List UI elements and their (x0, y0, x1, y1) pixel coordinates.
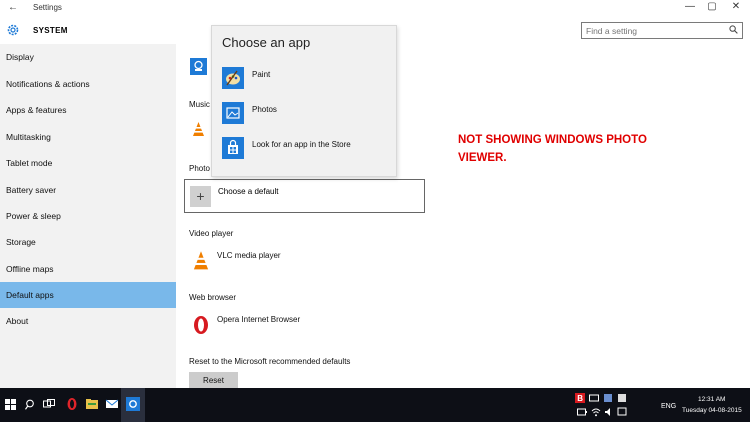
photo-viewer-label: Photo (189, 164, 210, 173)
video-player-label: Video player (189, 229, 234, 238)
search-input[interactable] (586, 24, 716, 37)
sidebar-item-about[interactable]: About (0, 308, 176, 334)
tray-app-icon[interactable]: B (575, 393, 585, 403)
photos-icon (222, 102, 244, 124)
reset-button[interactable]: Reset (189, 372, 238, 388)
notes-icon[interactable] (617, 393, 627, 403)
sidebar-item-apps-features[interactable]: Apps & features (0, 97, 176, 123)
flag-icon[interactable] (603, 393, 613, 403)
title-bar: ← Settings — ▢ ✕ (0, 0, 750, 17)
action-center-icon[interactable] (617, 407, 627, 417)
language-indicator[interactable]: ENG (661, 403, 676, 410)
sidebar-item-display[interactable]: Display (0, 44, 176, 70)
flyout-item-paint[interactable]: Paint (222, 67, 392, 89)
wifi-icon[interactable] (591, 407, 601, 417)
settings-taskbar-active[interactable] (121, 388, 145, 422)
flyout-item-photos[interactable]: Photos (222, 102, 392, 124)
video-app-name[interactable]: VLC media player (217, 251, 281, 260)
settings-gear-icon (126, 397, 140, 411)
choose-default-button[interactable]: + Choose a default (184, 179, 425, 213)
annotation-line-2: VIEWER. (458, 152, 507, 164)
minimize-button[interactable]: — (680, 1, 700, 12)
vlc-icon[interactable] (190, 121, 207, 138)
back-arrow-icon[interactable]: ← (8, 2, 18, 13)
taskbar: B ENG 12:31 AM Tuesday 04-08-2015 (0, 388, 750, 422)
sidebar-item-power-sleep[interactable]: Power & sleep (0, 203, 176, 229)
store-icon (222, 137, 244, 159)
flyout-item-store[interactable]: Look for an app in the Store (222, 137, 392, 159)
clock-date[interactable]: Tuesday 04-08-2015 (682, 407, 742, 414)
page-title: SYSTEM (33, 26, 68, 35)
flyout-title: Choose an app (222, 35, 311, 50)
sidebar-item-notifications[interactable]: Notifications & actions (0, 71, 176, 97)
search-icon[interactable] (25, 399, 36, 410)
sidebar-item-battery-saver[interactable]: Battery saver (0, 177, 176, 203)
plus-icon: + (190, 186, 211, 207)
sidebar: Display Notifications & actions Apps & f… (0, 44, 176, 388)
vlc-icon[interactable] (190, 250, 212, 272)
sidebar-item-multitasking[interactable]: Multitasking (0, 124, 176, 150)
close-button[interactable]: ✕ (726, 1, 746, 12)
web-app-name[interactable]: Opera Internet Browser (217, 315, 300, 324)
reset-label: Reset to the Microsoft recommended defau… (189, 357, 351, 366)
music-player-label: Music (189, 100, 210, 109)
mail-icon[interactable] (105, 397, 119, 411)
flyout-item-label: Photos (252, 105, 277, 114)
annotation-line-1: NOT SHOWING WINDOWS PHOTO (458, 134, 647, 146)
maximize-button[interactable]: ▢ (702, 1, 722, 12)
choose-app-flyout: Choose an app Paint Photos Look for an a… (211, 25, 397, 177)
opera-icon[interactable] (190, 314, 212, 336)
window-title: Settings (33, 3, 62, 12)
sidebar-item-storage[interactable]: Storage (0, 229, 176, 255)
web-browser-label: Web browser (189, 293, 236, 302)
choose-default-label: Choose a default (218, 187, 279, 196)
battery-icon[interactable] (577, 408, 587, 416)
maps-app-icon[interactable] (190, 58, 207, 75)
search-icon[interactable] (729, 25, 738, 34)
paint-icon (222, 67, 244, 89)
sidebar-item-tablet-mode[interactable]: Tablet mode (0, 150, 176, 176)
flyout-item-label: Paint (252, 70, 271, 79)
flyout-item-label: Look for an app in the Store (252, 140, 351, 149)
clock-time[interactable]: 12:31 AM (698, 396, 725, 403)
search-box[interactable] (581, 22, 743, 39)
file-explorer-icon[interactable] (85, 397, 99, 411)
svg-text:B: B (577, 394, 583, 403)
annotation-text: NOT SHOWING WINDOWS PHOTO VIEWER. (458, 131, 718, 167)
gear-icon (7, 24, 19, 36)
volume-icon[interactable] (604, 407, 614, 417)
start-windows-icon[interactable] (5, 399, 16, 410)
opera-taskbar-icon[interactable] (65, 397, 79, 411)
sidebar-item-default-apps[interactable]: Default apps (0, 282, 176, 308)
task-view-icon[interactable] (43, 399, 55, 410)
keyboard-icon[interactable] (589, 393, 599, 403)
sidebar-item-offline-maps[interactable]: Offline maps (0, 256, 176, 282)
